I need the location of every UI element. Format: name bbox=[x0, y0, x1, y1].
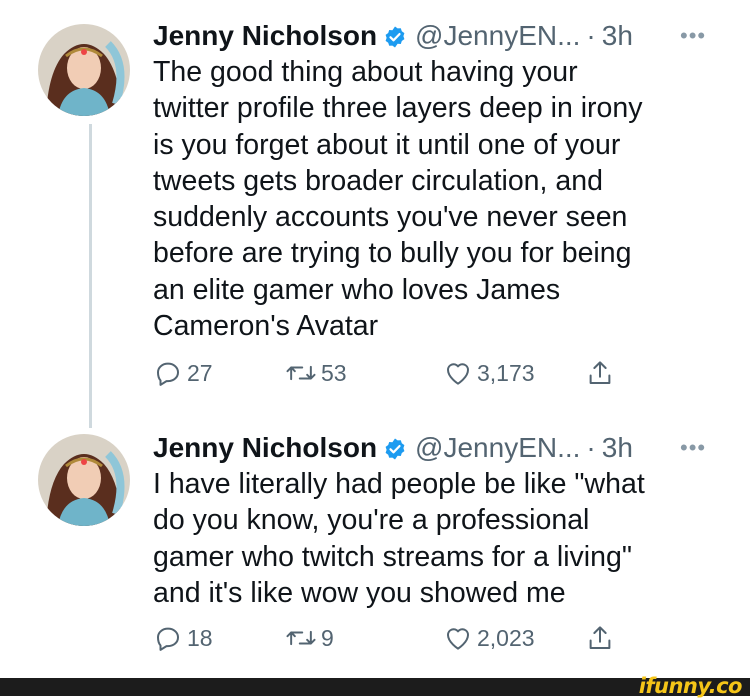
retweet-button[interactable]: 53 bbox=[285, 357, 347, 389]
like-button[interactable]: 3,173 bbox=[443, 357, 535, 389]
thread-line bbox=[89, 124, 92, 428]
more-icon[interactable]: ••• bbox=[680, 428, 706, 468]
share-button[interactable] bbox=[585, 357, 619, 389]
reply-count: 27 bbox=[187, 359, 213, 386]
reply-button[interactable]: 18 bbox=[153, 622, 213, 654]
retweet-button[interactable]: 9 bbox=[285, 622, 334, 654]
avatar[interactable] bbox=[38, 24, 130, 116]
reply-icon bbox=[157, 627, 179, 651]
retweet-icon bbox=[286, 365, 316, 381]
tweet-actions: 27 53 3,173 bbox=[153, 357, 633, 389]
avatar[interactable] bbox=[38, 434, 130, 526]
handle[interactable]: @JennyEN... bbox=[415, 20, 580, 52]
tweet-text: I have literally had people be like "wha… bbox=[153, 468, 645, 609]
handle[interactable]: @JennyEN... bbox=[415, 432, 580, 464]
tweet-header: Jenny Nicholson @JennyEN... · 3h bbox=[153, 16, 633, 56]
ifunny-watermark: ifunny.co bbox=[638, 674, 743, 698]
reply-icon bbox=[157, 362, 179, 386]
tweet-header: Jenny Nicholson @JennyEN... · 3h bbox=[153, 428, 633, 468]
separator: · bbox=[586, 432, 596, 463]
timestamp[interactable]: 3h bbox=[602, 432, 633, 464]
share-button[interactable] bbox=[585, 622, 619, 654]
tweet-actions: 18 9 2,023 bbox=[153, 622, 633, 654]
verified-badge-icon bbox=[383, 436, 407, 460]
tweet[interactable]: Jenny Nicholson @JennyEN... · 3h ••• The… bbox=[0, 14, 750, 428]
retweet-icon bbox=[286, 630, 316, 646]
tweet[interactable]: Jenny Nicholson @JennyEN... · 3h ••• I h… bbox=[0, 428, 750, 678]
share-icon bbox=[589, 626, 611, 649]
display-name[interactable]: Jenny Nicholson bbox=[153, 20, 377, 52]
reply-button[interactable]: 27 bbox=[153, 357, 213, 389]
like-icon bbox=[447, 363, 469, 385]
retweet-count: 9 bbox=[321, 624, 334, 651]
more-icon[interactable]: ••• bbox=[680, 16, 706, 56]
watermark-bar: ifunny.co bbox=[0, 674, 750, 698]
verified-badge-icon bbox=[383, 24, 407, 48]
separator: · bbox=[586, 20, 596, 51]
like-icon bbox=[447, 628, 469, 650]
like-button[interactable]: 2,023 bbox=[443, 622, 535, 654]
retweet-count: 53 bbox=[321, 359, 347, 386]
reply-count: 18 bbox=[187, 624, 213, 651]
share-icon bbox=[589, 361, 611, 384]
like-count: 3,173 bbox=[477, 359, 535, 386]
like-count: 2,023 bbox=[477, 624, 535, 651]
tweet-text: The good thing about having your twitter… bbox=[153, 56, 643, 343]
display-name[interactable]: Jenny Nicholson bbox=[153, 432, 377, 464]
timestamp[interactable]: 3h bbox=[602, 20, 633, 52]
